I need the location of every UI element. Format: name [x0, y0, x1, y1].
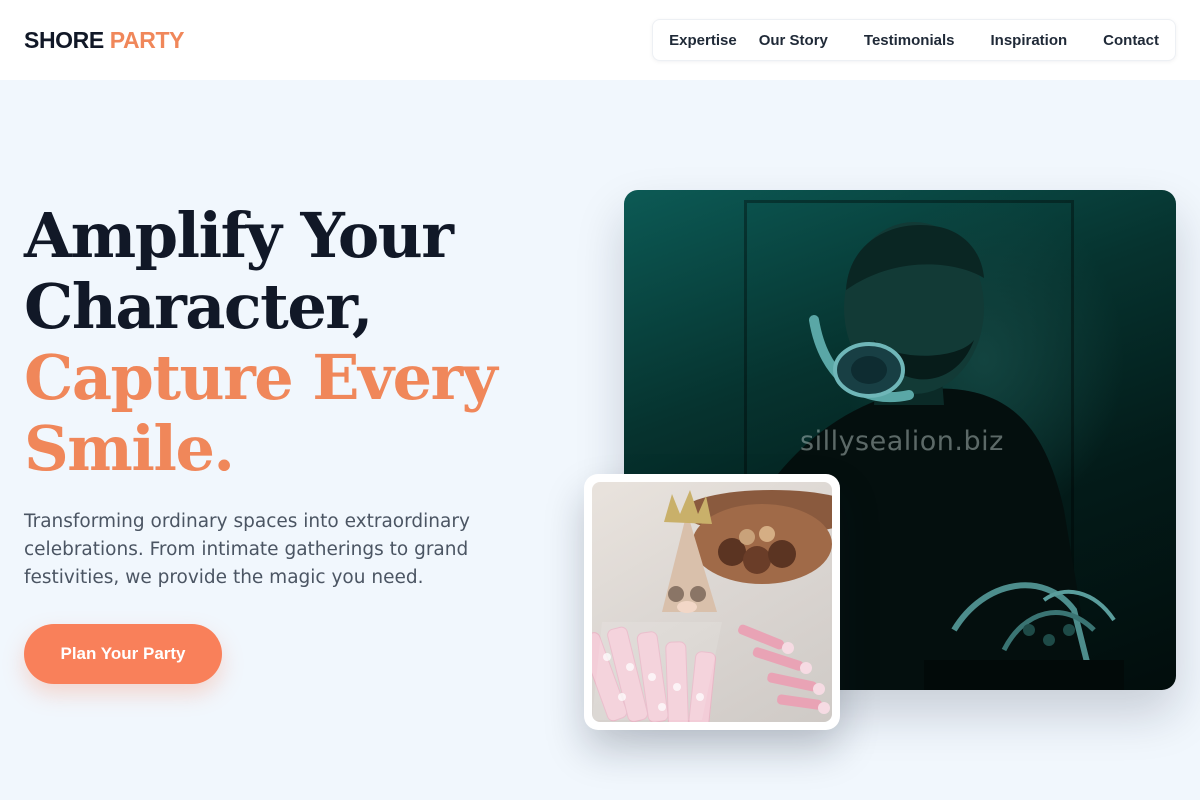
- hero-title-accent-line-2: Smile.: [24, 412, 235, 485]
- nav-link-testimonials[interactable]: Testimonials: [864, 32, 955, 49]
- hero-title-line-2: Character,: [24, 270, 374, 343]
- hero-subtitle: Transforming ordinary spaces into extrao…: [24, 511, 470, 588]
- main-nav: Expertise Our Story Testimonials Inspira…: [652, 19, 1176, 61]
- plan-your-party-button[interactable]: Plan Your Party: [24, 624, 222, 684]
- nav-link-our-story[interactable]: Our Story: [759, 32, 828, 49]
- hero-title-line-1: Amplify Your: [24, 199, 454, 272]
- brand-name-accent: PARTY: [109, 26, 185, 53]
- nav-link-inspiration[interactable]: Inspiration: [990, 32, 1067, 49]
- hero-title: Amplify Your Character, Capture Every Sm…: [24, 200, 564, 484]
- party-table-illustration: [592, 490, 832, 722]
- photo-watermark: sillysealion.biz: [800, 426, 1004, 457]
- hero-title-accent-line-1: Capture Every: [24, 341, 498, 414]
- site-header: SHORE PARTY Expertise Our Story Testimon…: [0, 0, 1200, 80]
- party-table-photo: [592, 482, 832, 722]
- brand-name-primary: SHORE: [24, 26, 104, 53]
- nav-link-expertise[interactable]: Expertise: [669, 32, 737, 49]
- brand-logo[interactable]: SHORE PARTY: [24, 27, 184, 54]
- party-table-photo-card: [584, 474, 840, 730]
- nav-link-contact[interactable]: Contact: [1103, 32, 1159, 49]
